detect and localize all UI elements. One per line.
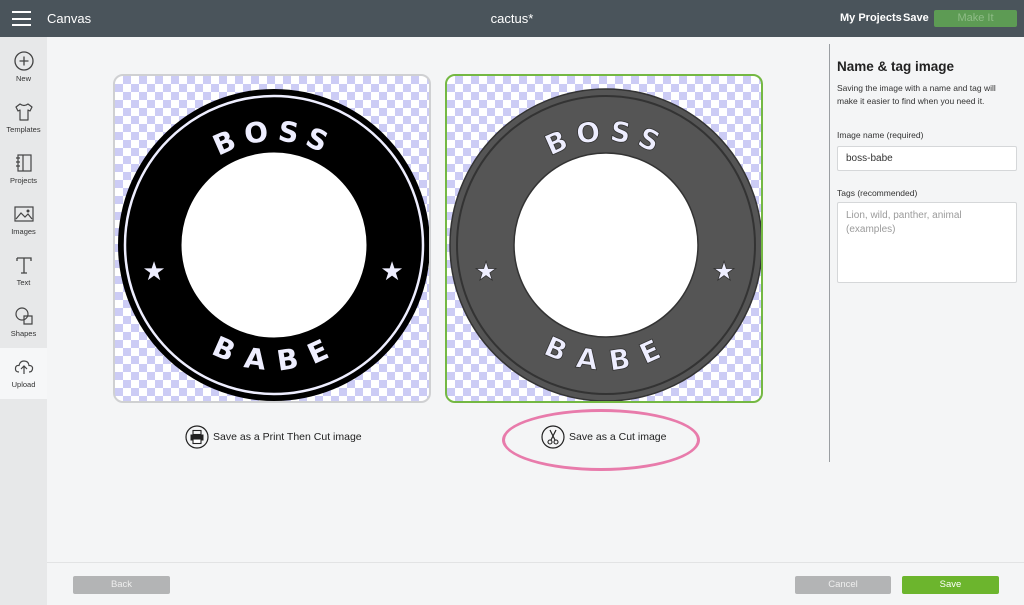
panel-title: Name & tag image (837, 59, 955, 74)
boss-babe-badge-print: BOSS BABE ★ ★ (118, 89, 429, 401)
top-bar: Canvas cactus* My Projects Save Make It (0, 0, 1024, 37)
tags-input[interactable] (837, 202, 1017, 283)
my-projects-link[interactable]: My Projects (840, 12, 902, 24)
save-cut-option[interactable]: Save as a Cut image (541, 423, 666, 451)
sidebar-item-shapes[interactable]: Shapes (0, 297, 47, 348)
text-t-icon (15, 257, 32, 274)
notebook-icon (15, 154, 32, 172)
star-icon: ★ (474, 256, 497, 286)
cut-image-preview[interactable]: BOSS BABE ★ ★ (445, 74, 763, 403)
star-icon: ★ (380, 256, 403, 286)
cancel-button[interactable]: Cancel (795, 576, 891, 594)
hamburger-menu-icon[interactable] (12, 11, 31, 26)
sidebar-item-label: Projects (9, 176, 38, 185)
image-name-input[interactable] (837, 146, 1017, 171)
print-then-cut-label: Save as a Print Then Cut image (213, 431, 362, 443)
sidebar-item-label: Upload (11, 380, 36, 389)
cut-image-label: Save as a Cut image (569, 431, 667, 443)
panel-description: Saving the image with a name and tag wil… (837, 83, 996, 106)
sidebar-item-label: Text (16, 278, 31, 287)
boss-babe-badge-cut: BOSS BABE ★ ★ (449, 88, 761, 401)
shapes-icon (14, 307, 33, 325)
scissors-icon (541, 425, 565, 449)
sidebar-item-label: Images (11, 227, 36, 236)
main-canvas-area: BOSS BABE ★ ★ BOSS BABE ★ ★ Save as a Pr… (47, 37, 829, 562)
star-icon: ★ (712, 256, 735, 286)
panel-divider (829, 44, 830, 462)
printer-icon (185, 425, 209, 449)
sidebar-item-images[interactable]: Images (0, 195, 47, 246)
make-it-button[interactable]: Make It (934, 10, 1017, 27)
star-icon: ★ (142, 256, 165, 286)
left-sidebar: New Templates Projects Images Text Shape… (0, 37, 47, 605)
save-print-then-cut-option[interactable]: Save as a Print Then Cut image (185, 423, 362, 451)
print-then-cut-preview[interactable]: BOSS BABE ★ ★ (113, 74, 431, 403)
sidebar-item-label: Templates (6, 125, 41, 134)
sidebar-item-projects[interactable]: Projects (0, 144, 47, 195)
sidebar-item-label: New (15, 74, 31, 83)
back-button[interactable]: Back (73, 576, 170, 594)
sidebar-item-text[interactable]: Text (0, 246, 47, 297)
tags-label: Tags (recommended) (837, 188, 918, 198)
sidebar-item-new[interactable]: New (0, 42, 47, 93)
app-title: Canvas (47, 11, 92, 26)
sidebar-item-upload[interactable]: Upload (0, 348, 47, 399)
tshirt-icon (14, 103, 33, 121)
header-save-link[interactable]: Save (903, 12, 929, 24)
bottom-bar: Back Cancel Save (47, 562, 1024, 605)
image-icon (13, 206, 34, 222)
plus-circle-icon (13, 51, 34, 71)
image-name-label: Image name (required) (837, 130, 924, 140)
sidebar-item-label: Shapes (10, 329, 37, 338)
cloud-upload-icon (14, 360, 33, 374)
save-button[interactable]: Save (902, 576, 999, 594)
sidebar-item-templates[interactable]: Templates (0, 93, 47, 144)
